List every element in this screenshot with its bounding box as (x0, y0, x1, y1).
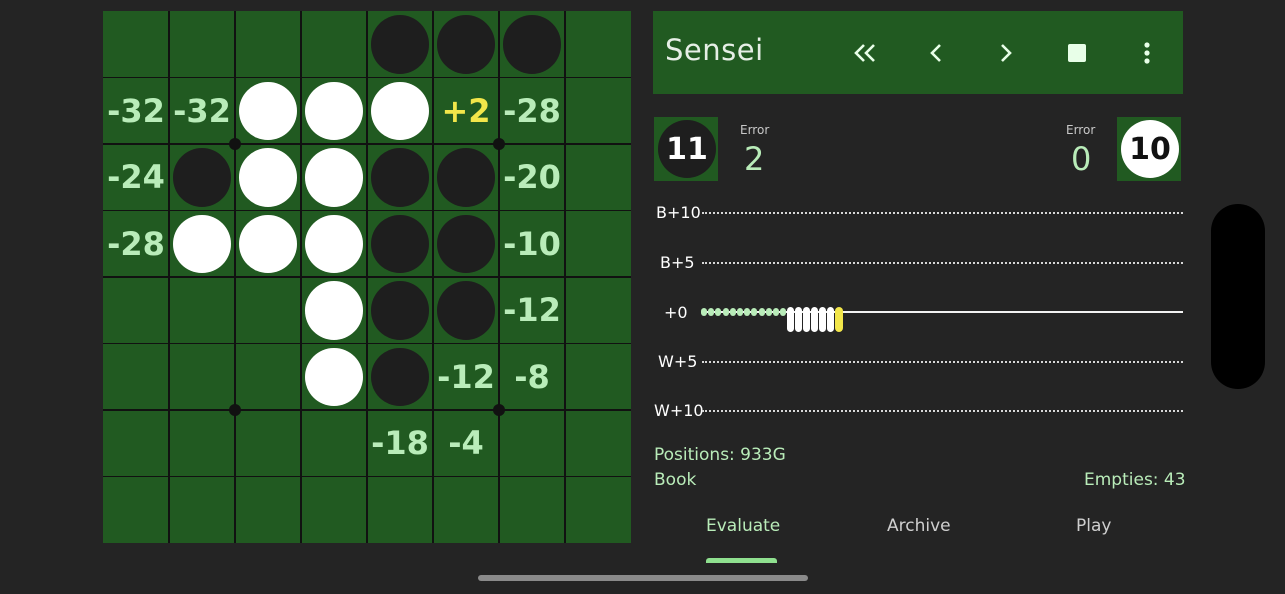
graph-bar-played (751, 308, 758, 316)
graph-gridline-b5 (702, 262, 1183, 264)
black-score-box: 11 (654, 117, 718, 181)
graph-label-zero: +0 (664, 303, 688, 322)
black-disc (503, 15, 561, 74)
othello-board[interactable]: -32 -32 +2 -28 -24 -20 -28 -10 -12 -12 -8 -18 -4 (103, 11, 631, 543)
graph-bar-played (701, 308, 707, 316)
more-options-button[interactable] (1125, 31, 1169, 75)
move-evaluation[interactable]: -28 (103, 211, 169, 278)
white-disc (305, 81, 363, 140)
graph-bar-played (715, 308, 722, 316)
graph-bar-future (819, 307, 826, 332)
board-star-point (229, 404, 241, 416)
chevron-right-icon (1001, 44, 1012, 62)
graph-bar-played (708, 308, 715, 316)
black-error-value: 2 (744, 140, 765, 178)
black-disc (371, 214, 429, 273)
graph-bar-played (737, 308, 743, 316)
graph-bar-played (765, 308, 772, 316)
graph-gridline-w10 (702, 410, 1183, 412)
graph-label-w10: W+10 (654, 401, 704, 420)
white-score-box: 10 (1117, 117, 1181, 181)
previous-move-button[interactable] (914, 31, 958, 75)
side-handle[interactable] (1211, 204, 1265, 389)
empties-count: Empties: 43 (1084, 470, 1186, 490)
black-disc-count: 11 (658, 120, 716, 178)
first-move-button[interactable] (843, 31, 887, 75)
move-evaluation[interactable]: -18 (367, 410, 433, 477)
tab-evaluate[interactable]: Evaluate (706, 516, 780, 536)
black-disc (437, 15, 495, 74)
graph-gridline-b10 (702, 212, 1183, 214)
white-disc (305, 347, 363, 406)
book-status: Book (654, 470, 697, 490)
double-chevron-left-icon (854, 44, 875, 62)
white-disc (371, 81, 429, 140)
move-evaluation[interactable]: -12 (433, 344, 499, 411)
move-evaluation[interactable]: -32 (103, 78, 169, 145)
black-disc (371, 281, 429, 340)
black-disc (371, 148, 429, 207)
graph-bar-played (780, 308, 787, 316)
tab-archive[interactable]: Archive (887, 516, 951, 536)
more-vert-icon (1144, 42, 1150, 64)
black-disc (173, 148, 231, 207)
graph-bar-future (811, 307, 818, 332)
black-error-label: Error (740, 123, 770, 137)
graph-gridline-w5 (702, 361, 1183, 363)
white-disc (239, 214, 297, 273)
graph-bar-played (729, 308, 736, 316)
white-disc (173, 214, 231, 273)
black-disc (371, 347, 429, 406)
white-disc (239, 148, 297, 207)
graph-label-w5: W+5 (658, 352, 698, 371)
stop-icon (1068, 44, 1086, 62)
white-disc-count: 10 (1121, 120, 1179, 178)
graph-bar-future (803, 307, 810, 332)
white-disc (305, 214, 363, 273)
move-evaluation[interactable]: -10 (499, 211, 565, 278)
graph-bar-future (787, 307, 794, 332)
graph-bar-future (795, 307, 802, 332)
move-evaluation[interactable]: -28 (499, 78, 565, 145)
white-error-label: Error (1066, 123, 1096, 137)
graph-bar-played (758, 308, 765, 316)
graph-bar-current (835, 307, 843, 332)
white-disc (239, 81, 297, 140)
active-tab-indicator (706, 558, 777, 563)
chevron-left-icon (930, 44, 941, 62)
stop-button[interactable] (1055, 31, 1099, 75)
white-disc (305, 148, 363, 207)
graph-bar-played (773, 308, 779, 316)
best-move-evaluation[interactable]: +2 (433, 78, 499, 145)
black-disc (437, 148, 495, 207)
move-evaluation[interactable]: -12 (499, 277, 565, 344)
white-disc (305, 281, 363, 340)
move-evaluation[interactable]: -4 (433, 410, 499, 477)
tab-play[interactable]: Play (1076, 516, 1111, 536)
move-evaluation[interactable]: -20 (499, 144, 565, 211)
home-indicator[interactable] (478, 575, 808, 581)
move-evaluation[interactable]: -8 (499, 344, 565, 411)
graph-bar-played (722, 308, 729, 316)
graph-label-b5: B+5 (660, 253, 695, 272)
black-disc (437, 281, 495, 340)
app-title: Sensei (665, 33, 764, 67)
next-move-button[interactable] (984, 31, 1028, 75)
graph-bar-future (827, 307, 834, 332)
graph-label-b10: B+10 (656, 203, 701, 222)
black-disc (437, 214, 495, 273)
move-evaluation[interactable]: -32 (169, 78, 235, 145)
positions-count: Positions: 933G (654, 445, 786, 465)
graph-bar-played (744, 308, 751, 316)
white-error-value: 0 (1071, 140, 1092, 178)
move-evaluation[interactable]: -24 (103, 144, 169, 211)
app-header: Sensei (653, 11, 1183, 94)
black-disc (371, 15, 429, 74)
